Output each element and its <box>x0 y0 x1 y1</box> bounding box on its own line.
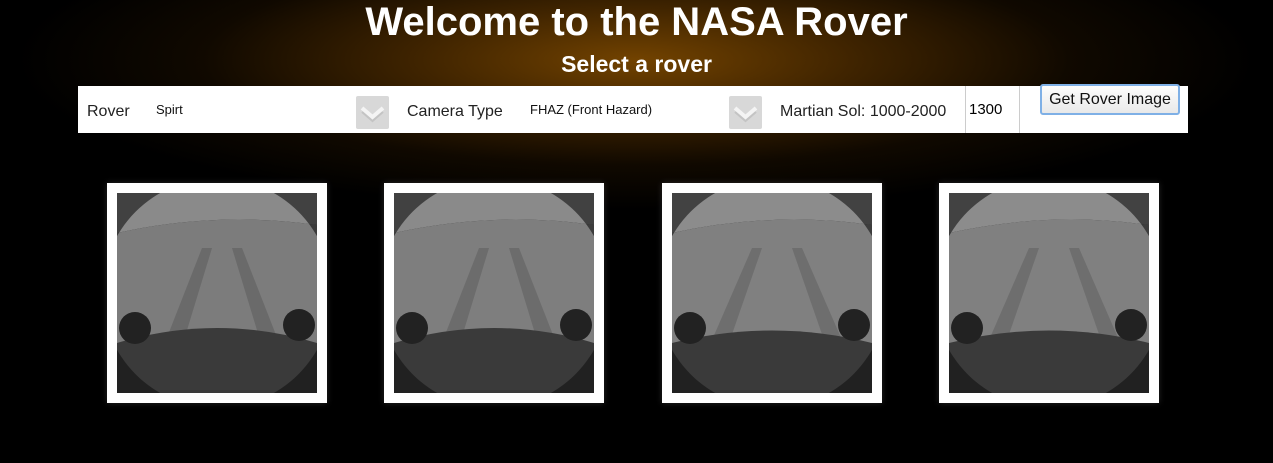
rover-photo-image <box>672 193 872 393</box>
rover-photo-image <box>394 193 594 393</box>
page-title: Welcome to the NASA Rover <box>365 0 908 44</box>
rover-form: Rover Spirt Camera Type FHAZ (Front Haza… <box>78 84 1188 133</box>
rover-photo-image <box>949 193 1149 393</box>
rover-photo[interactable] <box>107 183 327 403</box>
rover-dropdown-button[interactable] <box>356 96 389 129</box>
rover-photo[interactable] <box>662 183 882 403</box>
rover-label: Rover <box>87 103 130 120</box>
rover-select[interactable]: Spirt <box>156 102 183 117</box>
get-rover-image-button[interactable]: Get Rover Image <box>1040 84 1180 115</box>
chevron-down-icon <box>733 106 758 123</box>
sol-label: Martian Sol: 1000-2000 <box>780 103 947 120</box>
sol-input[interactable] <box>965 86 1020 133</box>
rover-photo[interactable] <box>384 183 604 403</box>
chevron-down-icon <box>360 106 385 123</box>
camera-select[interactable]: FHAZ (Front Hazard) <box>530 102 652 117</box>
camera-dropdown-button[interactable] <box>729 96 762 129</box>
rover-photo[interactable] <box>939 183 1159 403</box>
camera-label: Camera Type <box>407 103 503 120</box>
page-subtitle: Select a rover <box>561 51 712 77</box>
rover-photo-image <box>117 193 317 393</box>
page: Welcome to the NASA Rover Select a rover… <box>0 0 1273 463</box>
